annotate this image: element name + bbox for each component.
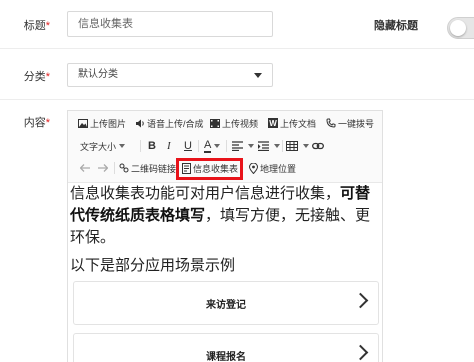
intro-paragraph: 信息收集表功能可对用户信息进行收集，可替代传统纸质表格填写，填写方便，无接触、更…: [70, 183, 380, 249]
table-button[interactable]: [286, 139, 309, 153]
category-label-text: 分类: [23, 71, 46, 83]
divider: [0, 48, 474, 49]
editor-content[interactable]: 信息收集表功能可对用户信息进行收集，可替代传统纸质表格填写，填写方便，无接触、更…: [68, 183, 382, 277]
required-mark: *: [45, 71, 50, 83]
divider: [198, 140, 199, 152]
visit-registration-card[interactable]: 来访登记: [73, 281, 379, 325]
category-select-value: 默认分类: [78, 69, 118, 80]
category-select[interactable]: 默认分类: [67, 63, 273, 87]
one-click-dial-button[interactable]: 一键拨号: [326, 116, 374, 130]
upload-doc-button[interactable]: W 上传文档: [268, 116, 316, 130]
table-icon: [286, 141, 298, 151]
undo-button[interactable]: [80, 161, 92, 175]
content-label-text: 内容: [23, 117, 46, 129]
required-mark: *: [45, 20, 50, 32]
title-label: 标题*: [0, 17, 50, 33]
card-label: 来访登记: [206, 300, 246, 311]
font-color-label: A: [204, 138, 212, 153]
svg-text:W: W: [269, 119, 277, 128]
chevron-down-icon: [119, 144, 126, 148]
category-label: 分类*: [0, 68, 50, 84]
geo-location-label: 地理位置: [260, 163, 297, 174]
divider: [282, 140, 283, 152]
title-input[interactable]: 信息收集表: [67, 11, 273, 37]
voice-icon: [136, 119, 144, 127]
qr-link-icon: [119, 163, 129, 173]
font-size-dropdown[interactable]: 文字大小: [80, 139, 126, 153]
rich-text-editor[interactable]: 上传图片 语音上传/合成 上传视频 W 上传文档 一键拨号 文字大小 B I U…: [67, 110, 383, 362]
scenarios-paragraph: 以下是部分应用场景示例: [70, 257, 236, 274]
chevron-down-icon: [303, 144, 309, 148]
redo-icon: [98, 164, 108, 172]
video-icon: [210, 118, 220, 128]
required-mark: *: [45, 117, 50, 129]
link-icon: [312, 142, 324, 150]
font-color-button[interactable]: A: [204, 138, 221, 153]
word-doc-icon: W: [268, 118, 278, 128]
toggle-knob: [450, 20, 466, 36]
voice-upload-label: 语音上传/合成: [147, 118, 204, 129]
chevron-down-icon: [248, 144, 254, 148]
course-registration-card[interactable]: 课程报名: [73, 333, 379, 362]
upload-video-button[interactable]: 上传视频: [210, 116, 258, 130]
align-button[interactable]: [232, 139, 254, 153]
font-size-label: 文字大小: [80, 141, 117, 152]
chevron-down-icon: [214, 144, 221, 148]
qr-link-button[interactable]: 二维码链接: [119, 161, 176, 175]
undo-icon: [80, 164, 90, 172]
geo-location-button[interactable]: 地理位置: [249, 161, 296, 175]
chevron-down-icon: [254, 73, 262, 78]
upload-image-label: 上传图片: [90, 118, 127, 129]
title-label-text: 标题: [23, 20, 46, 32]
indent-icon: [258, 141, 269, 151]
divider: [140, 140, 141, 152]
divider: [114, 162, 115, 174]
qr-link-label: 二维码链接: [131, 163, 177, 174]
bold-button[interactable]: B: [148, 139, 156, 153]
align-left-icon: [232, 141, 243, 151]
italic-button[interactable]: I: [167, 139, 171, 153]
indent-button[interactable]: [258, 139, 280, 153]
upload-doc-label: 上传文档: [280, 118, 317, 129]
hide-title-label: 隐藏标题: [374, 20, 418, 32]
hide-title-toggle[interactable]: [447, 17, 474, 39]
content-label: 内容*: [0, 114, 50, 130]
highlight-box: [176, 158, 243, 180]
editor-toolbar: 上传图片 语音上传/合成 上传视频 W 上传文档 一键拨号 文字大小 B I U…: [68, 111, 382, 183]
upload-image-button[interactable]: 上传图片: [78, 116, 126, 130]
chevron-down-icon: [274, 144, 280, 148]
redo-button[interactable]: [98, 161, 110, 175]
divider: [0, 99, 474, 100]
voice-upload-button[interactable]: 语音上传/合成: [135, 116, 204, 130]
card-label: 课程报名: [206, 352, 246, 362]
upload-video-label: 上传视频: [222, 118, 259, 129]
link-button[interactable]: [312, 139, 326, 153]
phone-icon: [326, 118, 336, 128]
underline-button[interactable]: U: [184, 139, 192, 153]
location-pin-icon: [249, 162, 258, 174]
image-icon: [78, 118, 88, 128]
divider: [226, 140, 227, 152]
intro-text: 信息收集表功能可对用户信息进行收集，: [70, 185, 341, 202]
one-click-dial-label: 一键拨号: [338, 118, 375, 129]
